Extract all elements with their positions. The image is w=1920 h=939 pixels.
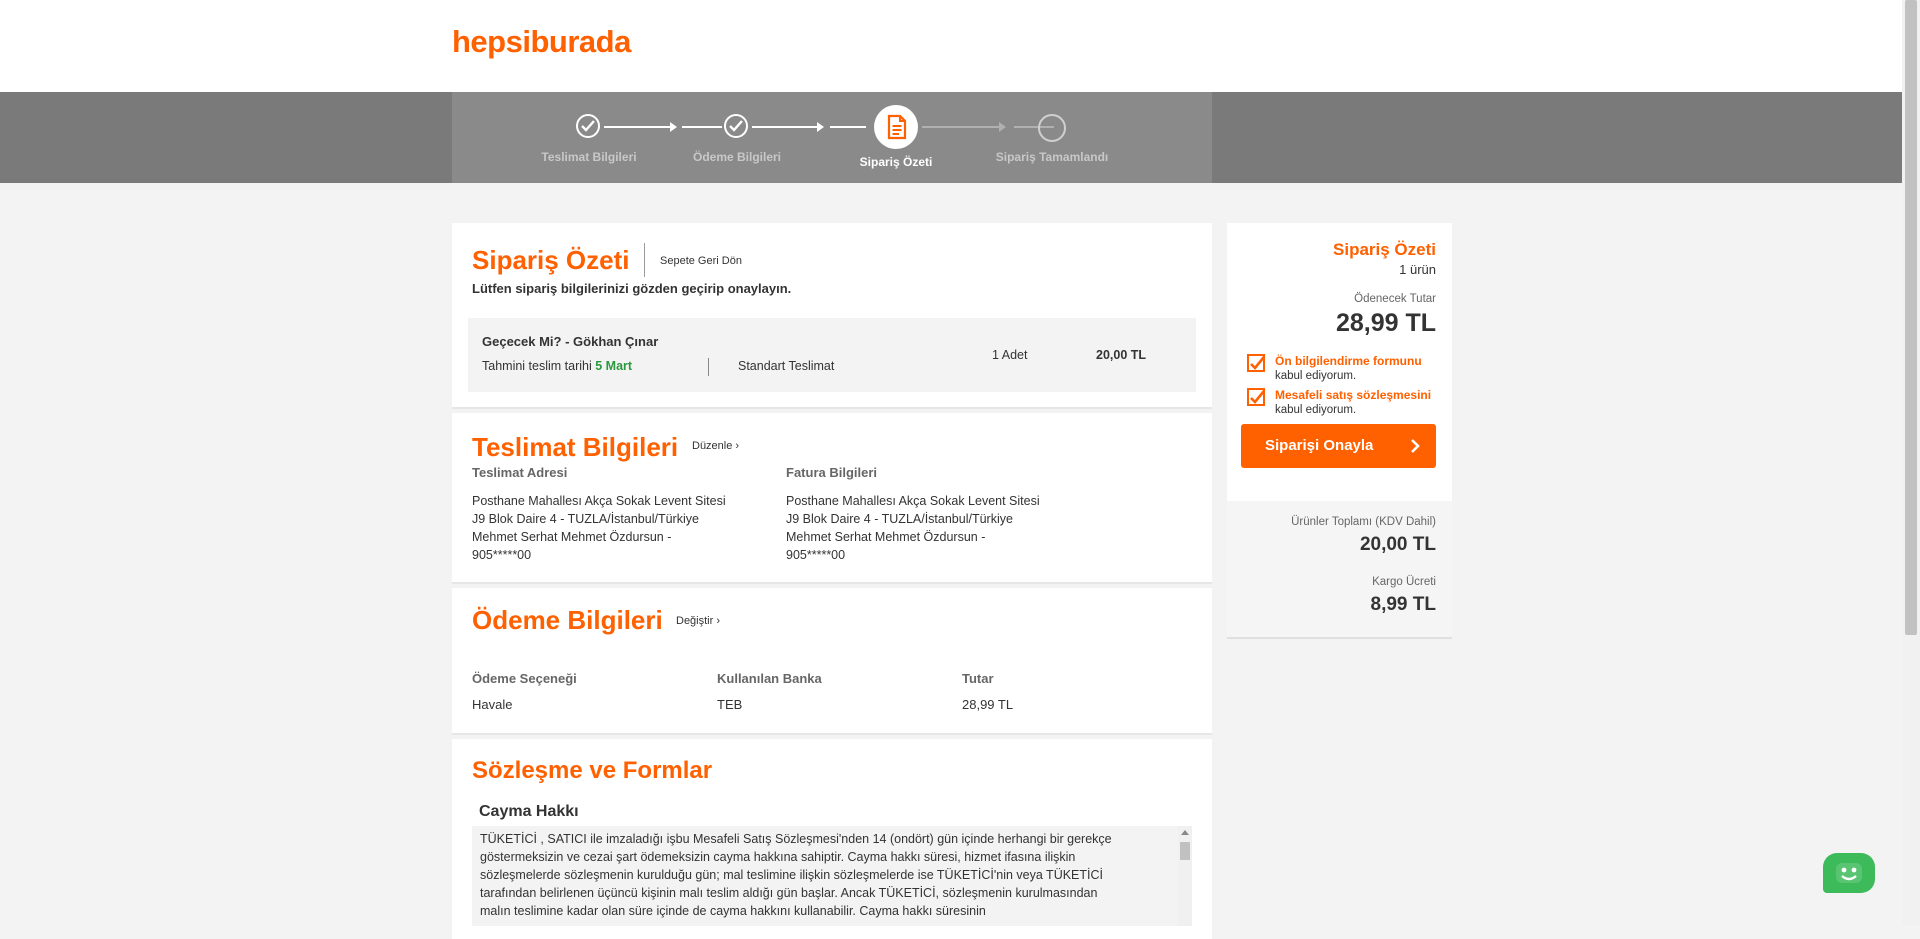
contract-scrollbar[interactable] bbox=[1178, 826, 1192, 926]
amount-header: Tutar bbox=[962, 671, 994, 686]
preinfo-form-link[interactable]: Ön bilgilendirme formunu bbox=[1275, 354, 1422, 369]
chevron-right-icon: › bbox=[735, 440, 740, 452]
sidebar-totals: Ürünler Toplamı (KDV Dahil) 20,00 TL Kar… bbox=[1227, 501, 1452, 637]
amount-value: 28,99 TL bbox=[962, 697, 1014, 712]
change-payment-label: Değiştir bbox=[676, 615, 714, 627]
payable-amount: 28,99 TL bbox=[1335, 309, 1436, 337]
step-3-label: Sipariş Özeti bbox=[859, 155, 933, 169]
contract-scroll-thumb[interactable] bbox=[1180, 842, 1190, 860]
step-connector bbox=[752, 126, 818, 128]
step-2-label: Ödeme Bilgileri bbox=[692, 150, 782, 164]
step-connector bbox=[682, 126, 722, 128]
product-quantity: 1 Adet bbox=[992, 348, 1028, 362]
confirm-order-label: Siparişi Onayla bbox=[1265, 437, 1374, 454]
bank-value: TEB bbox=[717, 697, 743, 712]
step-2-check-icon bbox=[724, 114, 748, 138]
step-connector bbox=[922, 126, 1000, 128]
delivery-info-card: Teslimat Bilgileri Düzenle › Teslimat Ad… bbox=[452, 413, 1212, 584]
checkout-steps: Teslimat Bilgileri Ödeme Bilgileri Sipar… bbox=[452, 92, 1212, 183]
scroll-up-arrow-icon[interactable] bbox=[1181, 830, 1189, 835]
change-payment-link[interactable]: Değiştir › bbox=[676, 615, 720, 627]
edit-delivery-label: Düzenle bbox=[692, 440, 733, 452]
shipping-fee-label: Kargo Ücreti bbox=[1372, 576, 1436, 588]
order-summary-title: Sipariş Özeti bbox=[472, 245, 630, 275]
page-scrollbar[interactable] bbox=[1902, 0, 1920, 925]
billing-address: Posthane Mahallesı Akça Sokak Levent Sit… bbox=[786, 492, 1040, 564]
step-arrow-icon bbox=[999, 122, 1006, 132]
preinfo-checkbox[interactable] bbox=[1247, 354, 1265, 372]
distance-sales-contract-link[interactable]: Mesafeli satış sözleşmesini bbox=[1275, 388, 1431, 403]
step-4-circle-icon bbox=[1038, 114, 1066, 142]
bank-header: Kullanılan Banka bbox=[717, 671, 822, 686]
address-line: Mehmet Serhat Mehmet Özdursun - bbox=[786, 530, 986, 544]
product-name: Geçecek Mi? - Gökhan Çınar bbox=[482, 334, 659, 349]
divider bbox=[644, 243, 645, 277]
payment-option-header: Ödeme Seçeneği bbox=[472, 671, 577, 686]
delivery-estimate: Tahmini teslim tarihi 5 Mart bbox=[482, 359, 632, 373]
step-4-label: Sipariş Tamamlandı bbox=[995, 150, 1109, 164]
shipping-address: Posthane Mahallesı Akça Sokak Levent Sit… bbox=[472, 492, 726, 564]
preinfo-consent: Ön bilgilendirme formunu kabul ediyorum. bbox=[1275, 354, 1422, 384]
edit-delivery-link[interactable]: Düzenle › bbox=[692, 440, 739, 452]
distance-sales-checkbox[interactable] bbox=[1247, 388, 1265, 406]
top-header: hepsiburada bbox=[0, 0, 1902, 92]
checkout-steps-bar: Teslimat Bilgileri Ödeme Bilgileri Sipar… bbox=[0, 92, 1902, 183]
payment-option-value: Havale bbox=[472, 697, 513, 712]
address-line: J9 Blok Daire 4 - TUZLA/İstanbul/Türkiye bbox=[472, 512, 699, 526]
consent-text: kabul ediyorum. bbox=[1275, 404, 1357, 416]
distance-sales-consent: Mesafeli satış sözleşmesini kabul ediyor… bbox=[1275, 388, 1431, 418]
withdrawal-right-heading: Cayma Hakkı bbox=[479, 803, 579, 820]
products-total: 20,00 TL bbox=[1359, 534, 1436, 555]
address-line: Posthane Mahallesı Akça Sokak Levent Sit… bbox=[472, 494, 726, 508]
shipping-fee: 8,99 TL bbox=[1370, 594, 1436, 615]
shipping-address-label: Teslimat Adresi bbox=[472, 465, 568, 480]
delivery-info-title: Teslimat Bilgileri bbox=[472, 432, 679, 462]
step-1-check-icon bbox=[576, 114, 600, 138]
hepsiburada-logo[interactable]: hepsiburada bbox=[452, 24, 631, 60]
contract-text-box[interactable]: TÜKETİCİ , SATICI ile imzaladığı işbu Me… bbox=[472, 826, 1192, 926]
order-summary-subtitle: Lütfen sipariş bilgilerinizi gözden geçi… bbox=[472, 281, 792, 296]
order-sidebar: Sipariş Özeti 1 ürün Ödenecek Tutar 28,9… bbox=[1227, 223, 1452, 639]
page-scroll-thumb[interactable] bbox=[1905, 0, 1917, 635]
item-count: 1 ürün bbox=[1399, 262, 1436, 277]
address-line: J9 Blok Daire 4 - TUZLA/İstanbul/Türkiye bbox=[786, 512, 1013, 526]
chat-bot-face-icon bbox=[1836, 863, 1862, 883]
step-connector bbox=[604, 126, 673, 128]
step-3-document-icon bbox=[874, 105, 918, 149]
delivery-date: 5 Mart bbox=[595, 359, 633, 373]
chat-bot-button[interactable] bbox=[1823, 853, 1875, 893]
step-arrow-icon bbox=[670, 122, 677, 132]
consent-text: kabul ediyorum. bbox=[1275, 370, 1357, 382]
product-row: Geçecek Mi? - Gökhan Çınar Tahmini tesli… bbox=[468, 318, 1196, 392]
address-line: Posthane Mahallesı Akça Sokak Levent Sit… bbox=[786, 494, 1040, 508]
step-arrow-icon bbox=[817, 122, 824, 132]
chevron-right-icon bbox=[1411, 439, 1420, 453]
billing-info-label: Fatura Bilgileri bbox=[786, 465, 878, 480]
divider bbox=[708, 358, 709, 376]
product-price: 20,00 TL bbox=[1096, 348, 1147, 362]
delivery-estimate-label: Tahmini teslim tarihi bbox=[482, 359, 592, 373]
products-total-label: Ürünler Toplamı (KDV Dahil) bbox=[1291, 516, 1436, 528]
confirm-order-button[interactable]: Siparişi Onayla bbox=[1241, 424, 1436, 468]
chevron-right-icon: › bbox=[716, 615, 721, 627]
payment-info-card: Ödeme Bilgileri Değiştir › Ödeme Seçeneğ… bbox=[452, 588, 1212, 735]
address-line: Mehmet Serhat Mehmet Özdursun - bbox=[472, 530, 672, 544]
order-summary-card: Sipariş Özeti Sepete Geri Dön Lütfen sip… bbox=[452, 223, 1212, 409]
contracts-title: Sözleşme ve Formlar bbox=[472, 757, 713, 784]
address-line: 905*****00 bbox=[472, 548, 532, 562]
payable-label: Ödenecek Tutar bbox=[1354, 293, 1436, 305]
back-to-cart-link[interactable]: Sepete Geri Dön bbox=[660, 255, 742, 267]
payment-info-title: Ödeme Bilgileri bbox=[472, 605, 663, 635]
step-1-label: Teslimat Bilgileri bbox=[541, 150, 637, 164]
step-connector bbox=[830, 126, 866, 128]
sidebar-title: Sipariş Özeti bbox=[1333, 240, 1436, 259]
shipping-type: Standart Teslimat bbox=[738, 359, 835, 373]
contracts-card: Sözleşme ve Formlar Cayma Hakkı TÜKETİCİ… bbox=[452, 739, 1212, 939]
contract-text: TÜKETİCİ , SATICI ile imzaladığı işbu Me… bbox=[480, 832, 1112, 918]
address-line: 905*****00 bbox=[786, 548, 846, 562]
